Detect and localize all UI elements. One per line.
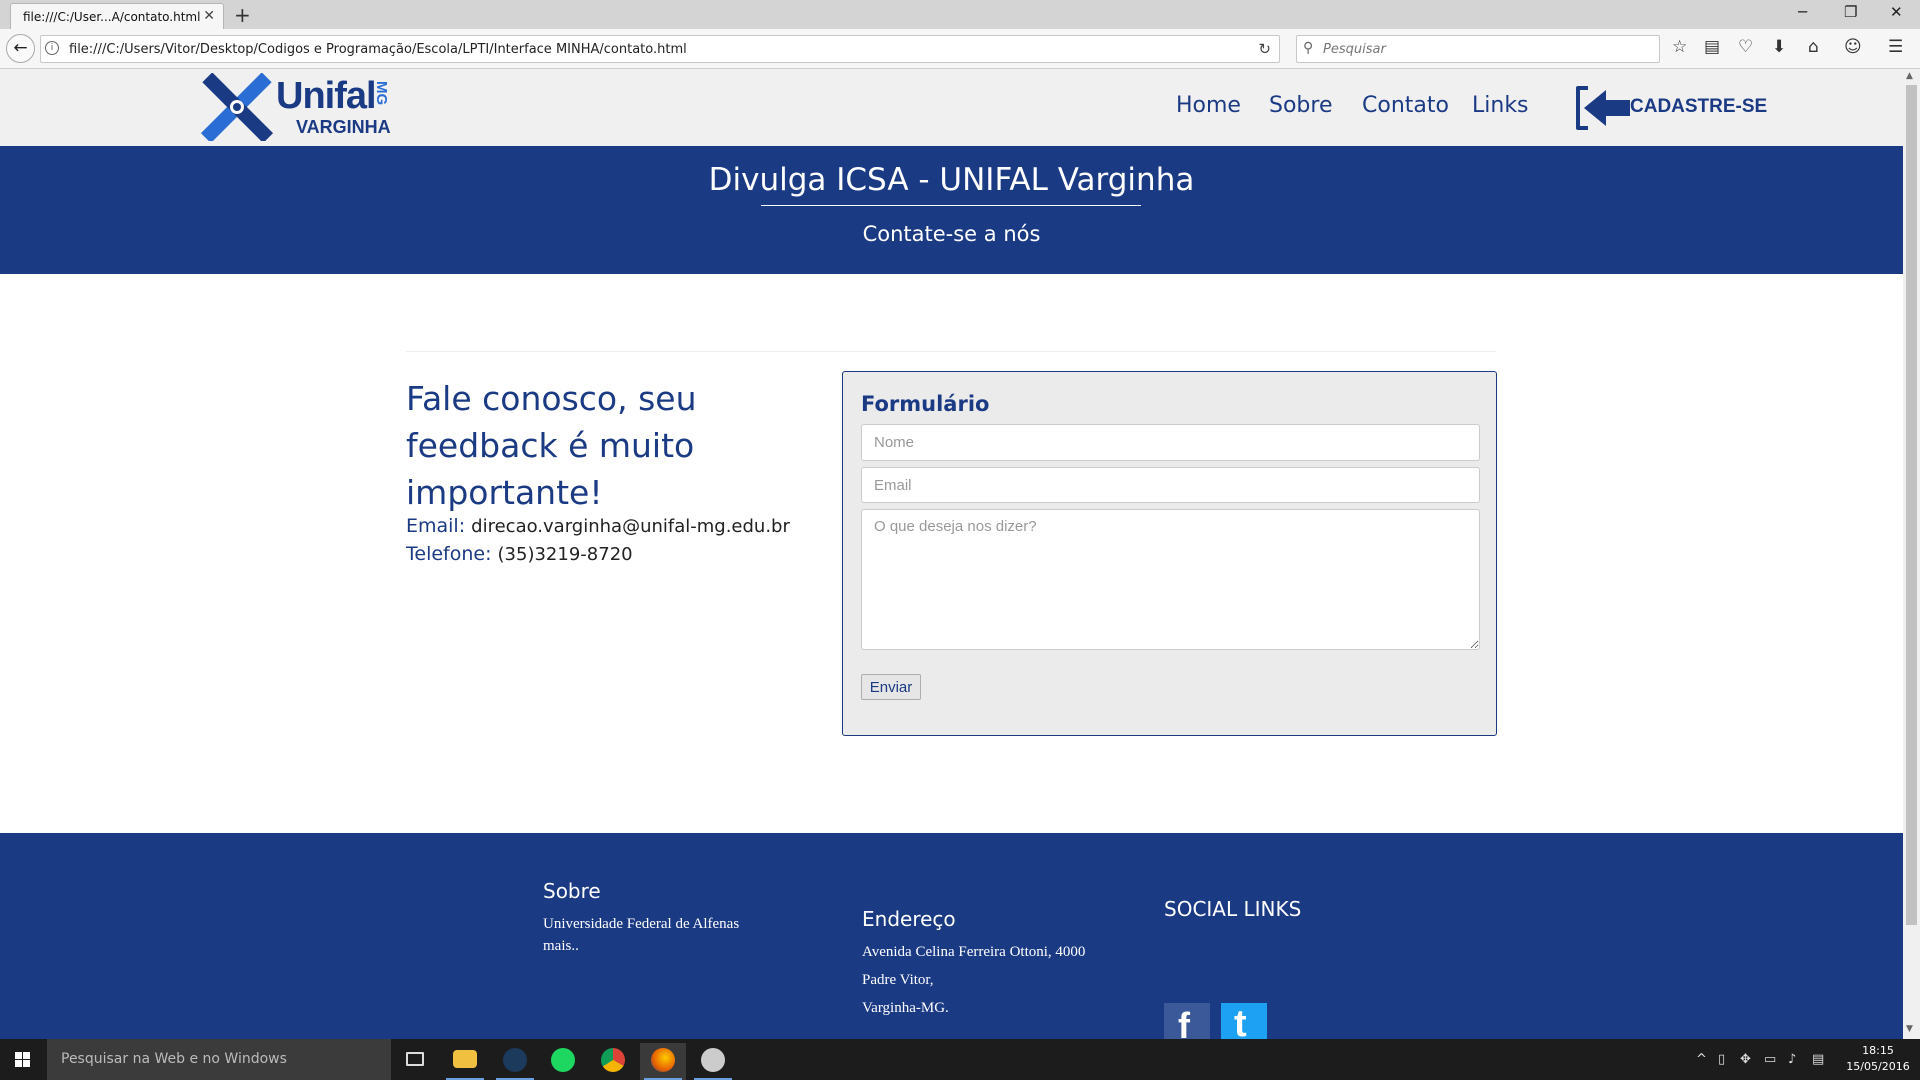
site-header: Unifal MG VARGINHA Home Sobre Contato Li… — [0, 69, 1903, 146]
footer-address-line: Avenida Celina Ferreira Ottoni, 4000 — [862, 944, 1086, 960]
chrome-icon[interactable] — [590, 1043, 636, 1080]
twitter-icon[interactable]: t — [1221, 1003, 1267, 1039]
battery-icon[interactable]: ▯ — [1718, 1052, 1725, 1067]
back-arrow-icon[interactable]: ← — [6, 34, 35, 63]
nav-contato[interactable]: Contato — [1362, 93, 1449, 118]
contact-form: Formulário Enviar — [842, 371, 1497, 736]
page-banner: Divulga ICSA - UNIFAL Varginha Contate-s… — [0, 146, 1903, 274]
firefox-icon[interactable] — [640, 1043, 686, 1080]
site-footer: Sobre Universidade Federal de Alfenas ma… — [0, 833, 1903, 1039]
star-icon[interactable]: ☆ — [1672, 37, 1687, 57]
send-button[interactable]: Enviar — [861, 674, 921, 700]
windows-logo-icon — [15, 1052, 30, 1067]
search-placeholder: Pesquisar — [1323, 42, 1386, 57]
facebook-icon[interactable]: f — [1164, 1003, 1210, 1039]
scroll-up-icon[interactable]: ▲ — [1906, 71, 1913, 81]
start-button[interactable] — [0, 1039, 46, 1080]
browser-nav-bar: ← i file:///C:/Users/Vitor/Desktop/Codig… — [0, 29, 1920, 69]
menu-icon[interactable]: ☰ — [1888, 37, 1903, 57]
page-scrollbar[interactable]: ▲ ▼ — [1903, 69, 1920, 1039]
notifications-icon[interactable]: ▤ — [1812, 1052, 1824, 1067]
cadastre-button[interactable]: CADASTRE-SE — [1574, 84, 1767, 132]
footer-social-title: SOCIAL LINKS — [1164, 897, 1302, 921]
email-label: Email: — [406, 515, 466, 537]
tray-chevron-icon[interactable]: ^ — [1696, 1052, 1707, 1067]
footer-sobre-more-link[interactable]: mais.. — [543, 935, 579, 957]
unifal-logo-mark-icon — [200, 72, 274, 144]
message-field[interactable] — [861, 509, 1480, 650]
contact-email-row: Email: direcao.varginha@unifal-mg.edu.br — [406, 515, 790, 537]
download-icon[interactable]: ⬇ — [1772, 37, 1786, 57]
logo-wordmark: Unifal — [276, 75, 377, 117]
taskbar-search-input[interactable]: Pesquisar na Web e no Windows — [47, 1039, 391, 1080]
nav-home[interactable]: Home — [1176, 93, 1241, 118]
minimize-icon[interactable]: ─ — [1798, 3, 1807, 21]
info-icon[interactable]: i — [45, 41, 59, 55]
browser-tab[interactable]: file:///C:/User...A/contato.html ✕ — [10, 3, 224, 29]
network-icon[interactable]: ▭ — [1764, 1052, 1776, 1067]
taskbar-search-placeholder: Pesquisar na Web e no Windows — [61, 1051, 287, 1067]
page-viewport: Unifal MG VARGINHA Home Sobre Contato Li… — [0, 69, 1903, 1039]
arrow-left-icon — [1576, 86, 1630, 130]
footer-sobre-title: Sobre — [543, 879, 601, 903]
facebook-glyph: f — [1178, 1005, 1190, 1039]
cadastre-label: CADASTRE-SE — [1630, 96, 1768, 117]
home-icon[interactable]: ⌂ — [1808, 37, 1819, 57]
email-value: direcao.varginha@unifal-mg.edu.br — [471, 516, 790, 537]
phone-value: (35)3219-8720 — [497, 544, 633, 565]
steam-icon[interactable] — [492, 1043, 538, 1080]
banner-divider — [761, 205, 1141, 206]
volume-icon[interactable]: ♪ — [1788, 1052, 1796, 1067]
scroll-thumb[interactable] — [1906, 85, 1917, 925]
chat-icon[interactable]: ☺ — [1844, 37, 1862, 57]
clock-date: 15/05/2016 — [1846, 1060, 1910, 1073]
email-field[interactable] — [861, 467, 1480, 503]
task-view-icon[interactable] — [392, 1043, 438, 1080]
name-field[interactable] — [861, 424, 1480, 461]
twitter-glyph: t — [1234, 1003, 1247, 1039]
logo-mg: MG — [373, 81, 390, 106]
logo-subtitle: VARGINHA — [296, 117, 391, 137]
footer-sobre-text: Universidade Federal de Alfenas — [543, 916, 740, 932]
unifal-logo[interactable]: Unifal MG VARGINHA — [200, 72, 420, 144]
url-text[interactable]: file:///C:/Users/Vitor/Desktop/Codigos e… — [69, 42, 687, 57]
taskbar-clock[interactable]: 18:15 15/05/2016 — [1840, 1043, 1916, 1075]
tab-title: file:///C:/User...A/contato.html — [23, 10, 201, 24]
spotify-icon[interactable] — [540, 1043, 586, 1080]
close-window-icon[interactable]: ✕ — [1890, 3, 1903, 21]
file-explorer-icon[interactable] — [442, 1043, 488, 1080]
new-tab-icon[interactable]: + — [234, 3, 251, 27]
scroll-down-icon[interactable]: ▼ — [1906, 1024, 1913, 1034]
browser-tab-bar: file:///C:/User...A/contato.html ✕ + ─ ❐… — [0, 0, 1920, 29]
nav-sobre[interactable]: Sobre — [1269, 93, 1333, 118]
contact-phone-row: Telefone: (35)3219-8720 — [406, 543, 633, 565]
url-bar[interactable]: i file:///C:/Users/Vitor/Desktop/Codigos… — [40, 35, 1280, 63]
footer-endereco-title: Endereço — [862, 907, 956, 931]
browser-search-input[interactable]: ⚲ Pesquisar — [1296, 35, 1660, 63]
dropbox-icon[interactable]: ✥ — [1740, 1052, 1751, 1067]
paint-icon[interactable] — [690, 1043, 736, 1080]
footer-address-line: Varginha-MG. — [862, 1000, 949, 1016]
page-title: Divulga ICSA - UNIFAL Varginha — [708, 162, 1195, 198]
form-title: Formulário — [861, 392, 990, 416]
pocket-icon[interactable]: ♡ — [1738, 37, 1753, 57]
contact-lead: Fale conosco, seu feedback é muito impor… — [406, 379, 697, 512]
restore-icon[interactable]: ❐ — [1844, 3, 1857, 21]
nav-links[interactable]: Links — [1472, 93, 1529, 118]
content-divider — [406, 351, 1496, 352]
close-tab-icon[interactable]: ✕ — [203, 8, 215, 24]
page-subtitle: Contate-se a nós — [862, 222, 1041, 246]
clock-time: 18:15 — [1862, 1044, 1894, 1057]
footer-address-line: Padre Vitor, — [862, 972, 934, 988]
phone-label: Telefone: — [406, 543, 492, 565]
reading-list-icon[interactable]: ▤ — [1704, 37, 1720, 57]
reload-icon[interactable]: ↻ — [1258, 40, 1271, 58]
windows-taskbar: Pesquisar na Web e no Windows ^ ▯ ✥ ▭ ♪ … — [0, 1039, 1920, 1080]
search-icon: ⚲ — [1303, 40, 1314, 56]
